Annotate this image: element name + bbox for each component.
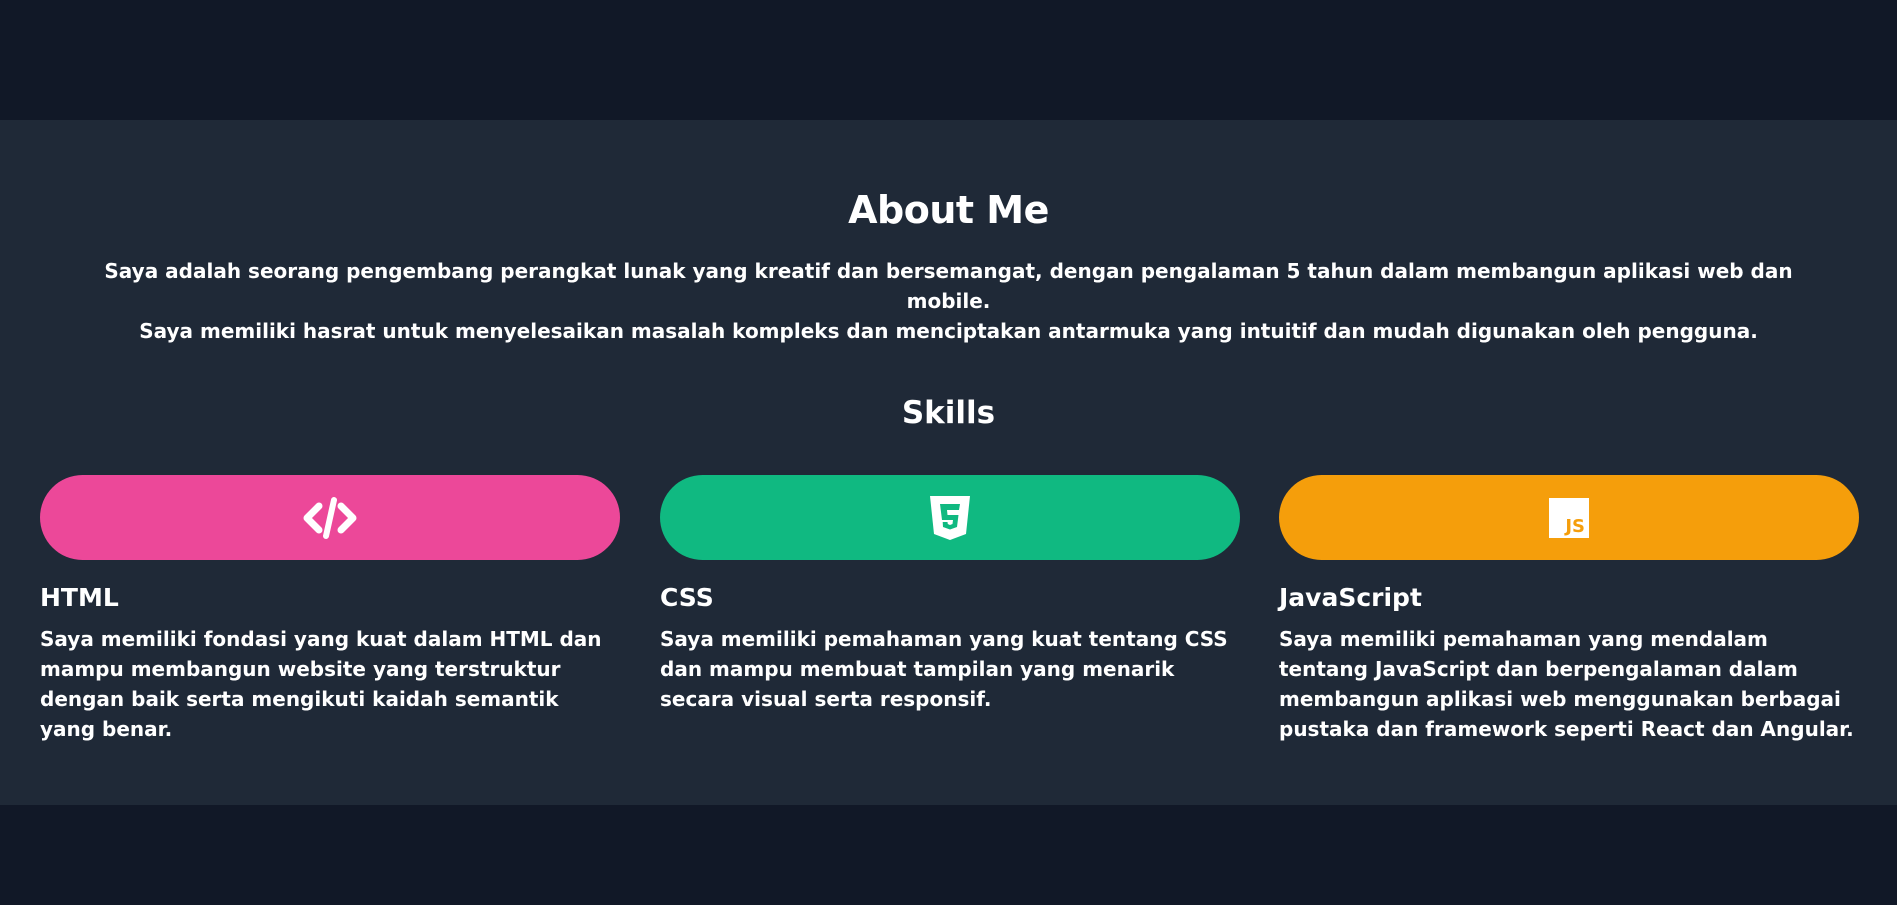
code-icon: [303, 496, 357, 539]
skill-card-javascript: JS JavaScript Saya memiliki pemahaman ya…: [1279, 475, 1859, 744]
skill-description-css: Saya memiliki pemahaman yang kuat tentan…: [660, 627, 1228, 711]
skill-card-css: CSS Saya memiliki pemahaman yang kuat te…: [660, 475, 1240, 714]
bottom-band: [0, 805, 1897, 905]
skill-description-javascript: Saya memiliki pemahaman yang mendalam te…: [1279, 627, 1854, 741]
about-description: Saya adalah seorang pengembang perangkat…: [100, 256, 1797, 346]
about-section: About Me Saya adalah seorang pengembang …: [0, 120, 1897, 805]
about-title: About Me: [848, 188, 1049, 232]
skill-name-javascript: JavaScript: [1279, 583, 1422, 612]
about-description-line-1: Saya adalah seorang pengembang perangkat…: [104, 259, 1793, 313]
skill-card-html: HTML Saya memiliki fondasi yang kuat dal…: [40, 475, 620, 744]
js-icon-text: JS: [1565, 515, 1585, 537]
skill-name-css: CSS: [660, 583, 714, 612]
css3-icon: [930, 495, 970, 540]
about-description-line-2: Saya memiliki hasrat untuk menyelesaikan…: [139, 319, 1758, 343]
js-icon: JS: [1549, 497, 1589, 538]
skill-banner-javascript: JS: [1279, 475, 1859, 560]
top-band: [0, 0, 1897, 120]
skill-name-html: HTML: [40, 583, 119, 612]
skill-description-html: Saya memiliki fondasi yang kuat dalam HT…: [40, 627, 602, 741]
skill-banner-html: [40, 475, 620, 560]
skill-banner-css: [660, 475, 1240, 560]
skills-title: Skills: [901, 395, 996, 431]
